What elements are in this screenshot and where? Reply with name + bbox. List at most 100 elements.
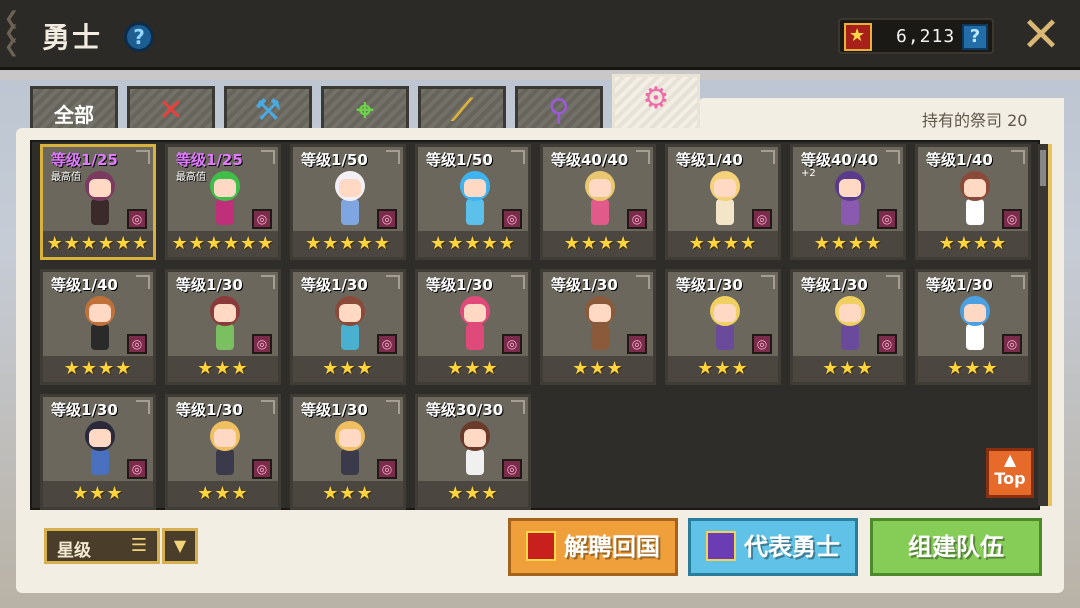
hero-level: 等级1/40 bbox=[51, 276, 118, 294]
close-icon[interactable]: ✕ bbox=[1018, 11, 1064, 60]
hero-level: 等级1/30 bbox=[676, 276, 743, 294]
tab-sword[interactable]: ✕ bbox=[127, 86, 215, 134]
card-corner-ornament bbox=[636, 150, 650, 164]
enhance-tag: +2 bbox=[801, 168, 816, 179]
priest-class-icon: ◎ bbox=[502, 459, 522, 479]
sword-icon: ✕ bbox=[158, 93, 184, 128]
flag-icon bbox=[526, 531, 556, 561]
hero-level: 等级1/30 bbox=[926, 276, 993, 294]
hero-card[interactable]: 等级1/40 ◎ ★★★★ bbox=[915, 144, 1031, 260]
star-rating: ★★★ bbox=[947, 358, 999, 379]
sort-dropdown-button[interactable]: ▼ bbox=[162, 528, 198, 564]
hero-level: 等级1/30 bbox=[301, 276, 368, 294]
sort-label: 星级 bbox=[57, 541, 91, 561]
hero-card[interactable]: 等级1/30 ◎ ★★★ bbox=[665, 269, 781, 385]
card-corner-ornament bbox=[261, 275, 275, 289]
list-icon: ☰ bbox=[130, 535, 147, 556]
hero-card[interactable]: 等级1/50 ◎ ★★★★★ bbox=[415, 144, 531, 260]
scroll-top-button[interactable]: ▲ Top bbox=[986, 448, 1034, 498]
card-corner-ornament bbox=[136, 150, 150, 164]
star-rating: ★★★★ bbox=[563, 233, 633, 254]
release-hero-button[interactable]: 解聘回国 bbox=[508, 518, 678, 576]
hero-card[interactable]: 等级30/30 ◎ ★★★ bbox=[415, 394, 531, 510]
star-rating: ★★★ bbox=[572, 358, 624, 379]
priest-class-icon: ◎ bbox=[502, 209, 522, 229]
card-corner-ornament bbox=[636, 275, 650, 289]
priest-class-icon: ◎ bbox=[1002, 209, 1022, 229]
priest-class-icon: ◎ bbox=[127, 334, 147, 354]
hero-card[interactable]: 等级1/30 ◎ ★★★ bbox=[790, 269, 906, 385]
hero-card[interactable]: 等级1/25 最高值 ◎ ★★★★★★ bbox=[165, 144, 281, 260]
representative-hero-button[interactable]: 代表勇士 bbox=[688, 518, 858, 576]
star-rating: ★★★★★★ bbox=[171, 233, 275, 254]
hero-level: 等级1/30 bbox=[176, 401, 243, 419]
hero-level: 等级40/40 bbox=[801, 151, 879, 169]
star-rating: ★★★ bbox=[697, 358, 749, 379]
sort-selector[interactable]: 星级 ☰ bbox=[44, 528, 160, 564]
hero-card[interactable]: 等级40/40 +2 ◎ ★★★★ bbox=[790, 144, 906, 260]
representative-button-label: 代表勇士 bbox=[744, 533, 840, 561]
card-corner-ornament bbox=[261, 400, 275, 414]
form-team-button[interactable]: 组建队伍 bbox=[870, 518, 1042, 576]
priest-class-icon: ◎ bbox=[377, 459, 397, 479]
card-corner-ornament bbox=[761, 150, 775, 164]
hero-card[interactable]: 等级1/50 ◎ ★★★★★ bbox=[290, 144, 406, 260]
star-rating: ★★★★★★ bbox=[46, 233, 150, 254]
chevron-down-icon: ▼ bbox=[173, 536, 187, 555]
hero-card[interactable]: 等级1/40 ◎ ★★★★ bbox=[665, 144, 781, 260]
tab-bow[interactable]: ⌖ bbox=[321, 86, 409, 134]
hero-card[interactable]: 等级1/30 ◎ ★★★ bbox=[165, 394, 281, 510]
hero-card[interactable]: 等级1/25 最高值 ◎ ★★★★★★ bbox=[40, 144, 156, 260]
priest-class-icon: ◎ bbox=[627, 334, 647, 354]
star-rating: ★★★★ bbox=[688, 233, 758, 254]
team-button-label: 组建队伍 bbox=[908, 533, 1004, 561]
hero-card[interactable]: 等级1/30 ◎ ★★★ bbox=[40, 394, 156, 510]
priest-class-icon: ◎ bbox=[1002, 334, 1022, 354]
priest-class-icon: ◎ bbox=[877, 334, 897, 354]
scrollbar-thumb[interactable] bbox=[1040, 150, 1046, 186]
card-corner-ornament bbox=[761, 275, 775, 289]
scroll-edge bbox=[1048, 144, 1052, 506]
priest-icon: ⚙ bbox=[642, 81, 670, 116]
priest-class-icon: ◎ bbox=[252, 334, 272, 354]
star-rating: ★★★ bbox=[197, 358, 249, 379]
hero-level: 等级1/30 bbox=[551, 276, 618, 294]
tab-hammer[interactable]: ⚒ bbox=[224, 86, 312, 134]
hero-card[interactable]: 等级1/30 ◎ ★★★ bbox=[540, 269, 656, 385]
star-rating: ★★★ bbox=[72, 483, 124, 504]
priest-class-icon: ◎ bbox=[252, 209, 272, 229]
hero-card[interactable]: 等级1/30 ◎ ★★★ bbox=[415, 269, 531, 385]
hero-card[interactable]: 等级40/40 ◎ ★★★★ bbox=[540, 144, 656, 260]
hero-level: 等级1/30 bbox=[51, 401, 118, 419]
priest-class-icon: ◎ bbox=[377, 334, 397, 354]
release-button-label: 解聘回国 bbox=[564, 533, 660, 561]
help-icon[interactable]: ? bbox=[124, 22, 154, 52]
hero-level: 等级1/25 bbox=[51, 151, 118, 169]
hero-card[interactable]: 等级1/30 ◎ ★★★ bbox=[915, 269, 1031, 385]
currency-display: 6,213 ? bbox=[838, 18, 994, 54]
star-rating: ★★★★★ bbox=[305, 233, 391, 254]
card-corner-ornament bbox=[1011, 275, 1025, 289]
tab-staff[interactable]: ⚲ bbox=[515, 86, 603, 134]
currency-help-icon[interactable]: ? bbox=[962, 24, 988, 50]
scrollbar[interactable] bbox=[1038, 144, 1048, 506]
hero-card[interactable]: 等级1/30 ◎ ★★★ bbox=[165, 269, 281, 385]
card-corner-ornament bbox=[136, 400, 150, 414]
page-title: 勇士 bbox=[42, 21, 103, 54]
bow-icon: ⌖ bbox=[356, 93, 374, 128]
hero-card[interactable]: 等级1/30 ◎ ★★★ bbox=[290, 394, 406, 510]
hero-card[interactable]: 等级1/40 ◎ ★★★★ bbox=[40, 269, 156, 385]
priest-class-icon: ◎ bbox=[127, 459, 147, 479]
tab-gun[interactable]: ⟋ bbox=[418, 86, 506, 134]
tab-all[interactable]: 全部 bbox=[30, 86, 118, 134]
hero-card[interactable]: 等级1/30 ◎ ★★★ bbox=[290, 269, 406, 385]
priest-class-icon: ◎ bbox=[627, 209, 647, 229]
card-corner-ornament bbox=[1011, 150, 1025, 164]
tab-priest[interactable]: ⚙ bbox=[612, 74, 700, 134]
star-rating: ★★★★ bbox=[938, 233, 1008, 254]
card-corner-ornament bbox=[511, 150, 525, 164]
priest-class-icon: ◎ bbox=[502, 334, 522, 354]
max-level-tag: 最高值 bbox=[176, 172, 206, 183]
card-corner-ornament bbox=[136, 275, 150, 289]
priest-class-icon: ◎ bbox=[877, 209, 897, 229]
